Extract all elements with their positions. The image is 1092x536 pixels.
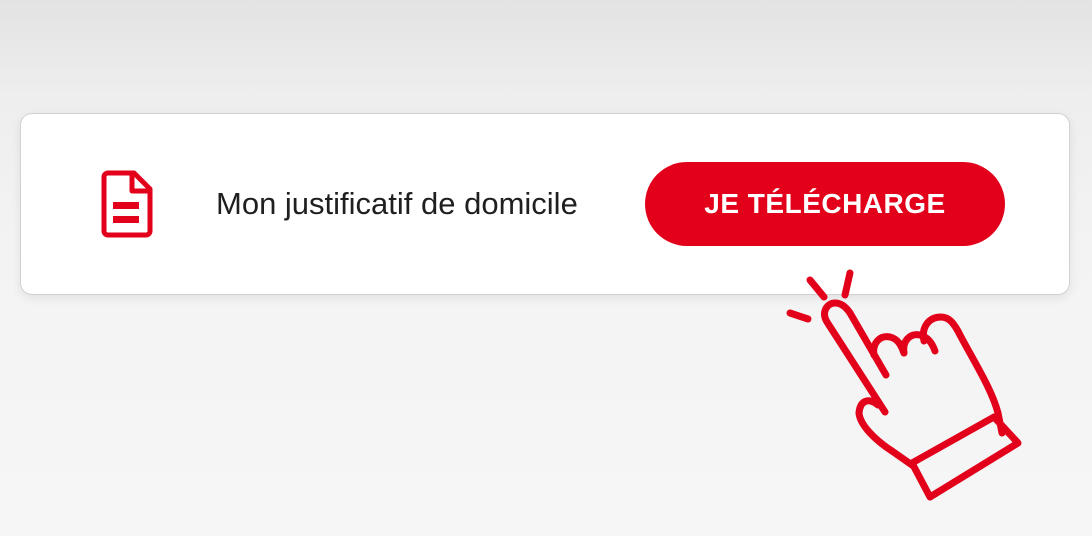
document-label: Mon justificatif de domicile: [216, 186, 578, 221]
download-button[interactable]: JE TÉLÉCHARGE: [645, 162, 1005, 246]
document-icon: [96, 169, 154, 239]
hand-pointer-click-icon: [780, 265, 1030, 515]
